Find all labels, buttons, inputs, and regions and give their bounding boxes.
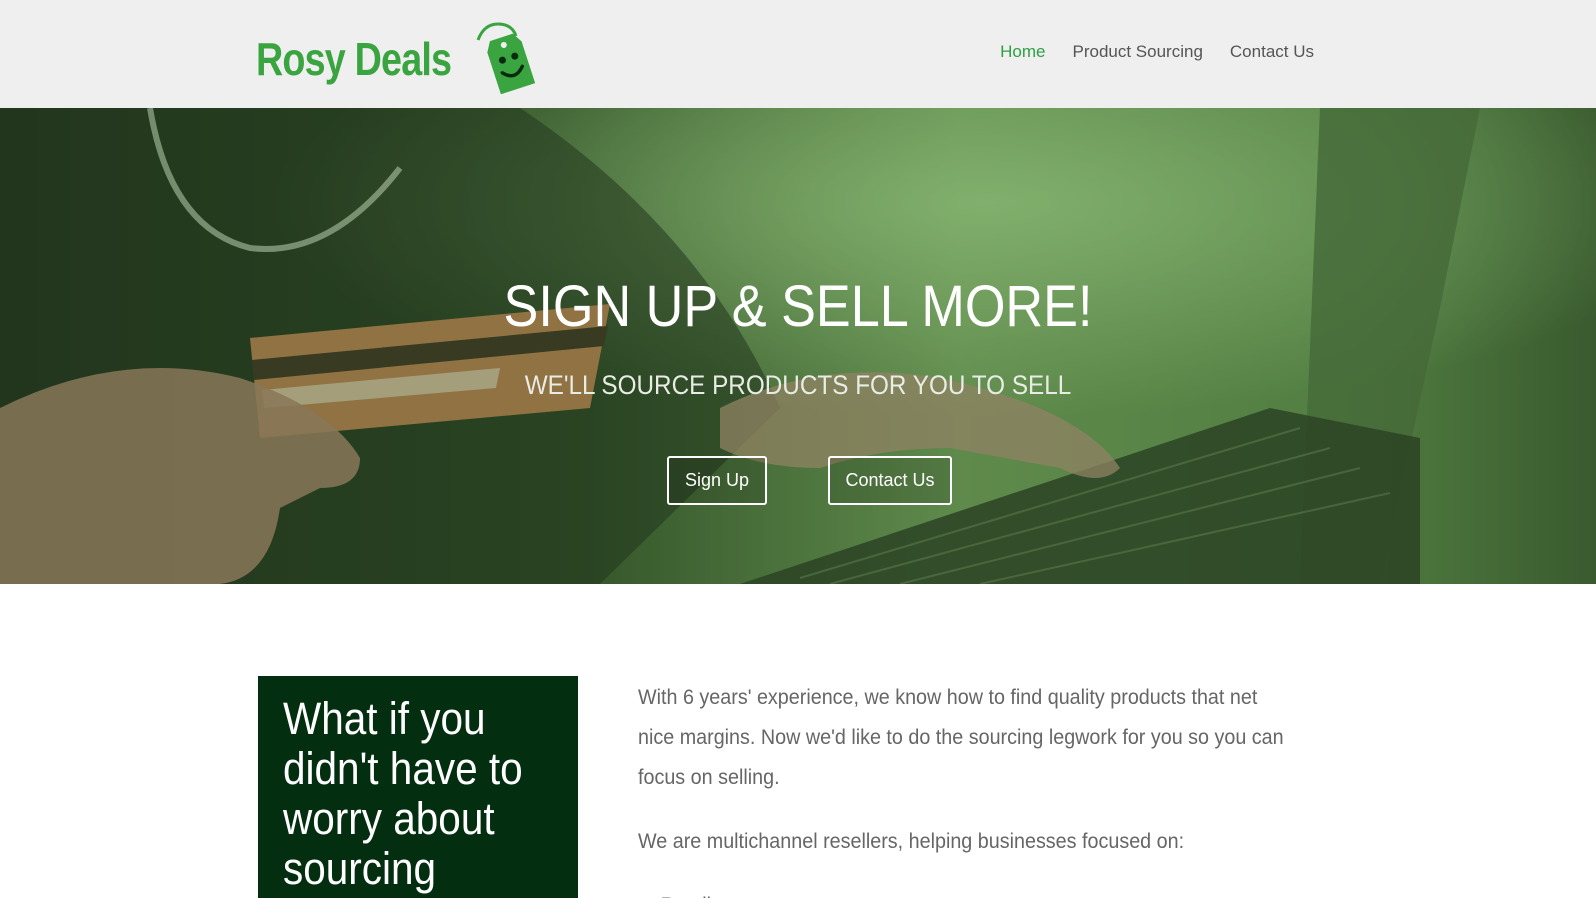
intro-paragraph-2: We are multichannel resellers, helping b… <box>638 830 1185 853</box>
contact-us-button[interactable]: Contact Us <box>828 456 952 505</box>
hero-title: SIGN UP & SELL MORE! <box>503 274 1093 339</box>
callout-heading: What if you didn't have to worry about s… <box>283 693 523 894</box>
nav-product-sourcing[interactable]: Product Sourcing <box>1073 42 1203 62</box>
main-nav: Home Product Sourcing Contact Us <box>1000 42 1314 62</box>
intro-text: With 6 years' experience, we know how to… <box>638 678 1338 898</box>
hero-subtitle: WE'LL SOURCE PRODUCTS FOR YOU TO SELL <box>524 370 1072 400</box>
hero-section: SIGN UP & SELL MORE! WE'LL SOURCE PRODUC… <box>0 108 1596 584</box>
intro-paragraph-1: With 6 years' experience, we know how to… <box>638 686 1284 789</box>
nav-home[interactable]: Home <box>1000 42 1045 62</box>
focus-list: Retail <box>638 886 1338 898</box>
site-header: Rosy Deals Home Product Sourcing Contact… <box>0 0 1596 108</box>
logo-text: Rosy Deals <box>256 33 452 85</box>
sign-up-button[interactable]: Sign Up <box>667 456 767 505</box>
list-item: Retail <box>638 886 1296 898</box>
nav-contact-us[interactable]: Contact Us <box>1230 42 1314 62</box>
price-tag-smiley-icon <box>476 22 536 94</box>
logo[interactable]: Rosy Deals <box>256 22 546 94</box>
callout-box: What if you didn't have to worry about s… <box>258 676 578 898</box>
hero-background-image <box>0 108 1596 584</box>
